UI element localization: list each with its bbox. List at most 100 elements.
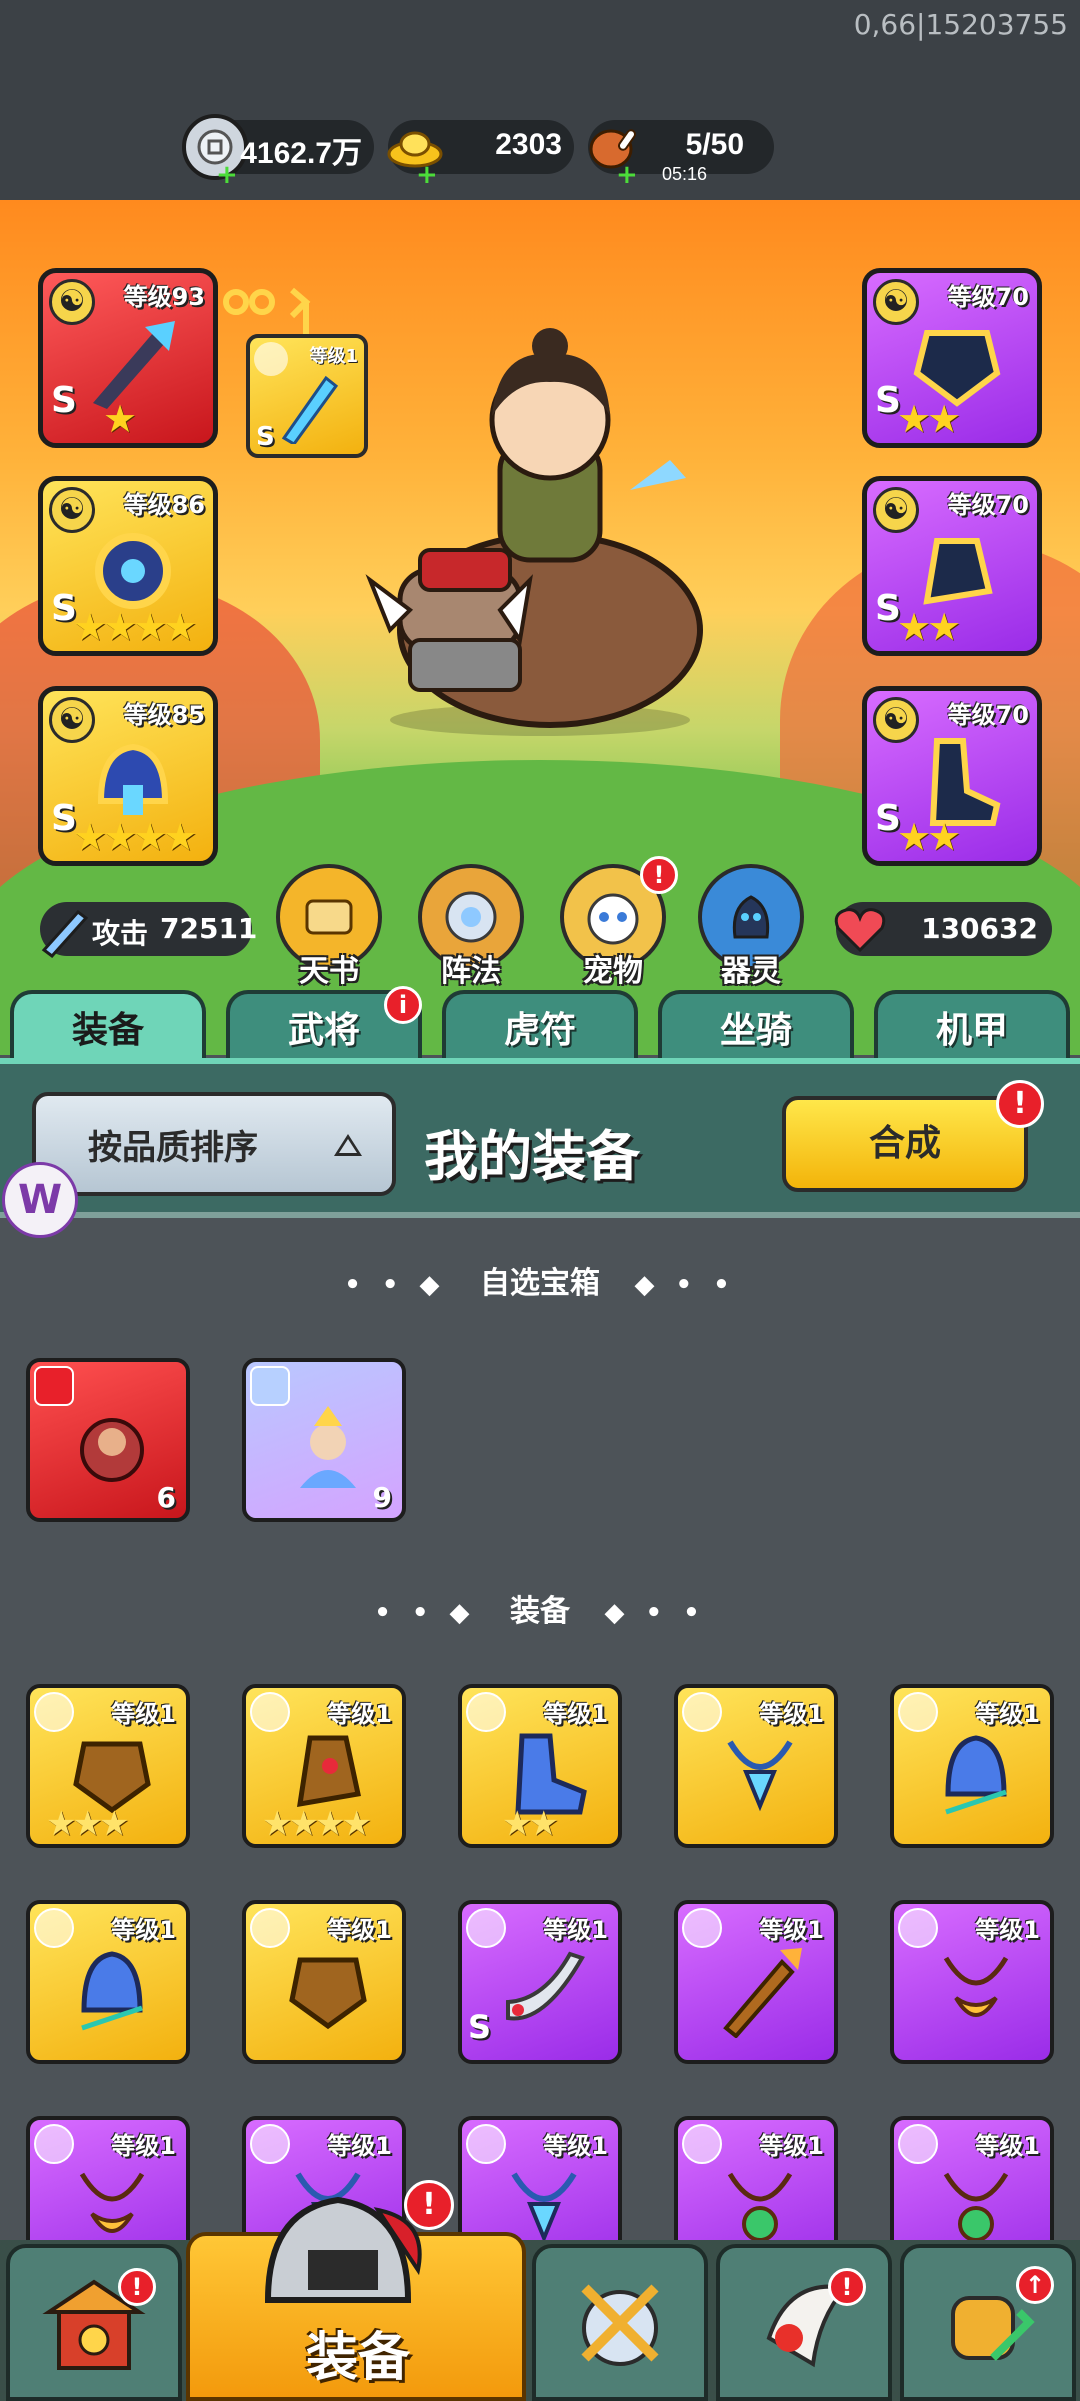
silver-resource[interactable]: 4162.7万 + (182, 114, 374, 188)
crossed-swords-icon (581, 2283, 659, 2366)
add-stamina-icon[interactable]: + (616, 162, 638, 188)
item-stars: ★★★ (46, 1804, 129, 1844)
hero-scene: ☯ 等级93 S ★ ☯ 等级86 S ★★★★ ☯ 等级85 S ★★★★ 等… (0, 200, 1080, 1055)
stamina-timer: 05:16 (662, 164, 708, 184)
spear-icon (723, 1948, 802, 2038)
equip-slot-boots[interactable]: ☯ 等级70 S ★★ (862, 686, 1042, 866)
equipment-item[interactable]: 等级1 ★★★ (26, 1684, 190, 1848)
armor-icon (289, 1957, 367, 2030)
section-label: 自选宝箱 (480, 1266, 600, 1301)
equipment-item[interactable]: 等级1 (26, 1900, 190, 2064)
equip-slot-gloves[interactable]: ☯ 等级70 S ★★ (862, 476, 1042, 656)
equipment-item[interactable]: 等级1 ★★ (458, 1684, 622, 1848)
equipment-item[interactable]: 等级1 (242, 1900, 406, 2064)
pendant-icon (79, 2172, 145, 2233)
selectable-chest-lavender[interactable]: 9 (242, 1358, 406, 1522)
equip-slot-helmet[interactable]: ☯ 等级85 S ★★★★ (38, 686, 218, 866)
craft-badge: ! (996, 1080, 1044, 1128)
chest-section-title: • • ◆ 自选宝箱 ◆ • • (0, 1258, 1080, 1302)
heart-icon (834, 908, 886, 953)
floating-w-logo-icon[interactable]: W (2, 1162, 78, 1238)
notification-badge: ! (118, 2268, 156, 2306)
func-qiling[interactable]: 器灵 (698, 864, 804, 990)
chain-link-icon (223, 287, 311, 336)
stamina-value: 5/50 (685, 128, 744, 161)
func-label: 器灵 (721, 954, 781, 989)
equipment-item[interactable]: 等级1 (674, 1900, 838, 2064)
tab-label: 武将 (287, 1010, 360, 1051)
equipment-item[interactable]: 等级1 (890, 1684, 1054, 1848)
warrior-portrait-icon (80, 1418, 144, 1482)
slot-stars: ★★ (897, 605, 961, 649)
helmet-icon (945, 1735, 1007, 1815)
gold-ingot-icon (382, 114, 448, 180)
section-dots: • • ◆ (344, 1270, 446, 1300)
nav-battle[interactable] (532, 2244, 708, 2401)
equipment-panel-header: 按品质排序 我的装备 合成 ! (0, 1058, 1080, 1218)
equipment-item[interactable]: 等级1 S (458, 1900, 622, 2064)
func-label: 阵法 (441, 954, 501, 989)
notification-badge: ! (640, 856, 678, 894)
func-label: 宠物 (583, 954, 643, 989)
craft-button[interactable]: 合成 (782, 1096, 1028, 1192)
slot-stars: ★★★★ (73, 815, 197, 859)
tab-equipment[interactable]: 装备 (10, 990, 206, 1060)
item-stars: ★★ (502, 1804, 559, 1844)
slot-grade: S (51, 380, 77, 421)
attack-value: 72511 (160, 912, 258, 945)
hp-stat: 130632 (834, 902, 1052, 956)
nav-shop[interactable]: ! (6, 2244, 182, 2401)
slot-level: 等级70 (947, 701, 1029, 729)
equip-slot-amulet[interactable]: ☯ 等级86 S ★★★★ (38, 476, 218, 656)
top-status-bar: 0,66|15203755 4162.7万 + 2303 + 5/50 05:1… (0, 0, 1080, 200)
tab-mount[interactable]: 坐骑 (658, 990, 854, 1060)
notification-badge: ! (828, 2268, 866, 2306)
blade-icon (506, 1951, 585, 2021)
section-dots: • • ◆ (374, 1598, 476, 1628)
silver-coin-icon (182, 114, 248, 180)
attack-label: 攻击 (92, 917, 149, 950)
item-grade: S (468, 2008, 492, 2046)
add-silver-icon[interactable]: + (216, 162, 238, 188)
sort-label: 按品质排序 (88, 1127, 258, 1168)
nav-pet[interactable]: ! (716, 2244, 892, 2401)
gold-value: 2303 (495, 128, 562, 161)
func-zhenfa[interactable]: 阵法 (418, 864, 524, 990)
attack-stat: 攻击 72511 (40, 902, 257, 958)
necklace-icon (727, 1740, 793, 1812)
add-gold-icon[interactable]: + (416, 162, 438, 188)
pendant-icon (943, 1956, 1009, 2017)
equipment-item[interactable]: 等级1 (890, 1900, 1054, 2064)
silver-value: 4162.7万 (240, 137, 362, 170)
slot-stars: ★★★★ (73, 605, 197, 649)
slot-level: 等级93 (123, 283, 205, 311)
item-stars: ★★★★ (262, 1804, 372, 1844)
stamina-resource[interactable]: 5/50 05:16 + (588, 120, 774, 188)
chest-count: 9 (372, 1481, 392, 1514)
general-portrait-icon (300, 1406, 356, 1488)
section-dots: ◆ • • (604, 1598, 706, 1628)
func-pet[interactable]: 宠物 ! (560, 856, 678, 990)
jade-pendant-icon (943, 2172, 1009, 2242)
panel-title: 我的装备 (424, 1125, 640, 1188)
sort-dropdown[interactable]: 按品质排序 (32, 1092, 396, 1196)
section-dots: ◆ • • (634, 1270, 736, 1300)
hp-value: 130632 (921, 912, 1038, 945)
nav-active-label: 装备 (306, 2328, 411, 2388)
equipment-item[interactable]: 等级1 ★★★★ (242, 1684, 406, 1848)
sword-icon (41, 909, 89, 958)
tab-mecha[interactable]: 机甲 (874, 990, 1070, 1060)
gold-resource[interactable]: 2303 + (387, 120, 574, 188)
selectable-chest-red[interactable]: 6 (26, 1358, 190, 1522)
nav-upgrade[interactable]: ↑ (900, 2244, 1076, 2401)
helmet-icon (81, 1951, 143, 2031)
tab-tiger-tally[interactable]: 虎符 (442, 990, 638, 1060)
hero-character[interactable] (330, 320, 750, 740)
equip-slot-weapon[interactable]: ☯ 等级93 S ★ (38, 268, 218, 448)
func-tianshu[interactable]: 天书 (276, 864, 382, 990)
equipment-item[interactable]: 等级1 (674, 1684, 838, 1848)
equip-slot-chest[interactable]: ☯ 等级70 S ★★ (862, 268, 1042, 448)
slot-stars: ★★ (897, 815, 961, 859)
slot-level: 等级70 (947, 491, 1029, 519)
equipment-tab-bar: 装备 武将 i 虎符 坐骑 机甲 (0, 986, 1080, 1060)
